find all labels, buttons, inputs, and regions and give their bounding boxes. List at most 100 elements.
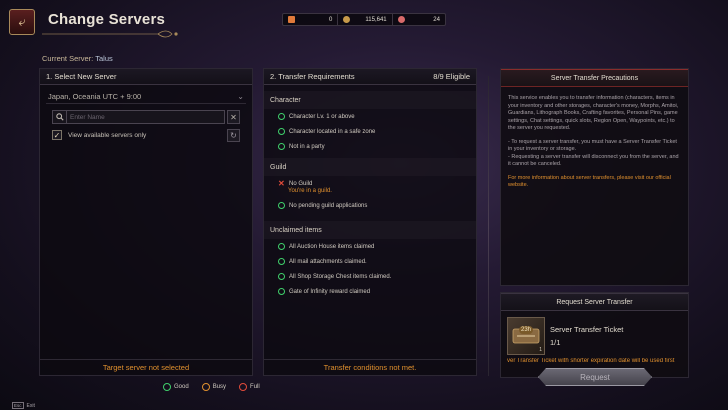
check-circle-icon bbox=[278, 202, 285, 209]
requirement-item: No pending guild applications bbox=[264, 198, 476, 213]
server-search-input[interactable] bbox=[67, 111, 224, 123]
requirement-fail-note: You're in a guild. bbox=[288, 188, 332, 194]
checkmark-icon: ✓ bbox=[53, 130, 61, 140]
precautions-paragraph: - To request a server transfer, you must… bbox=[508, 138, 679, 168]
requirement-item: Not in a party bbox=[264, 139, 476, 154]
currency-silver: 115,641 bbox=[337, 14, 391, 25]
currency-bar: 0 115,641 24 bbox=[282, 13, 446, 26]
requirement-text: All Auction House items claimed bbox=[289, 243, 375, 250]
search-icon bbox=[53, 111, 67, 123]
clear-search-button[interactable]: ✕ bbox=[227, 110, 240, 124]
server-status-legend: Good Busy Full bbox=[163, 383, 273, 391]
legend-label: Good bbox=[174, 384, 189, 390]
header: ⤶ Change Servers 0 115,641 24 bbox=[0, 0, 728, 42]
requirement-text: Gate of Infinity reward claimed bbox=[289, 288, 371, 295]
search-box bbox=[52, 110, 225, 124]
currency-value: 115,641 bbox=[365, 16, 387, 23]
legend-label: Busy bbox=[212, 384, 227, 390]
requirement-item: Character Lv. 1 or above bbox=[264, 109, 476, 124]
currency-value: 24 bbox=[433, 16, 440, 23]
check-circle-icon bbox=[278, 128, 285, 135]
request-panel: Request Server Transfer 23h 1 Server Tra… bbox=[500, 292, 689, 378]
panel-title: Request Server Transfer bbox=[501, 293, 688, 311]
crystal-icon bbox=[397, 16, 405, 23]
ticket-quantity: 1 bbox=[539, 347, 542, 353]
transfer-ticket-icon[interactable]: 23h 1 bbox=[507, 317, 545, 355]
divider bbox=[488, 76, 489, 376]
region-value: Japan, Oceania UTC + 9:00 bbox=[48, 91, 142, 101]
panel-header: 1. Select New Server bbox=[40, 69, 252, 85]
ticket-row: 23h 1 Server Transfer Ticket 1/1 bbox=[501, 311, 688, 355]
ticket-note: ver Transfer Ticket with shorter expirat… bbox=[507, 358, 675, 364]
requirement-item: All Shop Storage Chest items claimed. bbox=[264, 269, 476, 284]
refresh-button[interactable]: ↻ bbox=[227, 128, 240, 142]
requirement-text: No Guild bbox=[289, 180, 313, 187]
check-circle-icon bbox=[278, 258, 285, 265]
search-row: ✕ bbox=[52, 110, 240, 124]
requirement-text: Character Lv. 1 or above bbox=[289, 113, 355, 120]
available-only-label: View available servers only bbox=[68, 131, 147, 139]
ticket-info: Server Transfer Ticket 1/1 bbox=[550, 325, 623, 347]
panel-title: 1. Select New Server bbox=[46, 72, 117, 81]
panel-header: 2. Transfer Requirements 8/9 Eligible bbox=[264, 69, 476, 85]
section-title-guild: Guild bbox=[264, 158, 476, 176]
precautions-body: This service enables you to transfer inf… bbox=[501, 87, 688, 190]
check-circle-icon bbox=[278, 143, 285, 150]
requirement-text: No pending guild applications bbox=[289, 202, 368, 209]
current-server: Current Server: Talus bbox=[42, 54, 113, 63]
available-only-row: ✓ View available servers only ↻ bbox=[52, 128, 240, 142]
ticket-count: 1/1 bbox=[550, 338, 561, 347]
silver-coin-icon bbox=[343, 16, 351, 23]
exit-hint[interactable]: Esc Exit bbox=[12, 402, 35, 409]
check-circle-icon bbox=[278, 243, 285, 250]
section-title-unclaimed: Unclaimed items bbox=[264, 221, 476, 239]
select-server-panel: 1. Select New Server Japan, Oceania UTC … bbox=[39, 68, 253, 376]
legend-full: Full bbox=[239, 383, 260, 391]
precautions-paragraph: This service enables you to transfer inf… bbox=[508, 95, 679, 131]
currency-value: 0 bbox=[328, 16, 333, 23]
ticket-name: Server Transfer Ticket bbox=[550, 325, 624, 334]
close-icon: ✕ bbox=[230, 112, 237, 122]
status-good-icon bbox=[163, 383, 171, 391]
chevron-down-icon: ⌄ bbox=[237, 91, 244, 101]
precautions-panel: Server Transfer Precautions This service… bbox=[500, 68, 689, 286]
panel-title: Server Transfer Precautions bbox=[501, 69, 688, 87]
exit-label: Exit bbox=[26, 402, 35, 409]
ticket-icon bbox=[288, 16, 295, 23]
eligible-count: 8/9 Eligible bbox=[433, 72, 470, 81]
available-only-checkbox[interactable]: ✓ bbox=[52, 130, 62, 140]
requirement-text: Not in a party bbox=[289, 143, 325, 150]
current-server-value: Talus bbox=[95, 54, 113, 63]
page-title: Change Servers bbox=[48, 11, 166, 28]
requirement-item: All Auction House items claimed bbox=[264, 239, 476, 254]
region-dropdown[interactable]: Japan, Oceania UTC + 9:00 ⌄ bbox=[46, 89, 246, 104]
legend-busy: Busy bbox=[201, 383, 227, 391]
legend-label: Full bbox=[250, 384, 260, 390]
requirement-item: Gate of Infinity reward claimed bbox=[264, 284, 476, 299]
requirements-panel: 2. Transfer Requirements 8/9 Eligible Ch… bbox=[263, 68, 477, 376]
panel-title: 2. Transfer Requirements bbox=[270, 72, 355, 81]
requirement-item: All mail attachments claimed. bbox=[264, 254, 476, 269]
currency-crystal: 24 bbox=[391, 14, 445, 25]
requirement-text: All mail attachments claimed. bbox=[289, 258, 367, 265]
current-server-label: Current Server: bbox=[42, 54, 94, 63]
request-button[interactable]: Request bbox=[538, 368, 652, 386]
title-flourish-decoration bbox=[42, 30, 178, 38]
requirements-status: Transfer conditions not met. bbox=[264, 359, 476, 375]
section-title-character: Character bbox=[264, 91, 476, 109]
check-circle-icon bbox=[278, 288, 285, 295]
esc-key: Esc bbox=[12, 402, 24, 409]
requirement-item: Character located in a safe zone bbox=[264, 124, 476, 139]
status-busy-icon bbox=[201, 383, 210, 391]
check-circle-icon bbox=[278, 113, 285, 120]
back-button[interactable]: ⤶ bbox=[9, 9, 35, 35]
status-full-icon bbox=[239, 383, 248, 391]
requirement-text: All Shop Storage Chest items claimed. bbox=[289, 273, 392, 280]
requirement-text: Character located in a safe zone bbox=[289, 128, 376, 135]
precautions-warning: For more information about server transf… bbox=[508, 174, 671, 189]
ticket-expiry-badge: 23h bbox=[519, 326, 534, 334]
currency-ticket: 0 bbox=[283, 14, 337, 25]
check-circle-icon bbox=[278, 273, 285, 280]
legend-good: Good bbox=[163, 383, 189, 391]
back-arrow-icon: ⤶ bbox=[18, 14, 26, 29]
